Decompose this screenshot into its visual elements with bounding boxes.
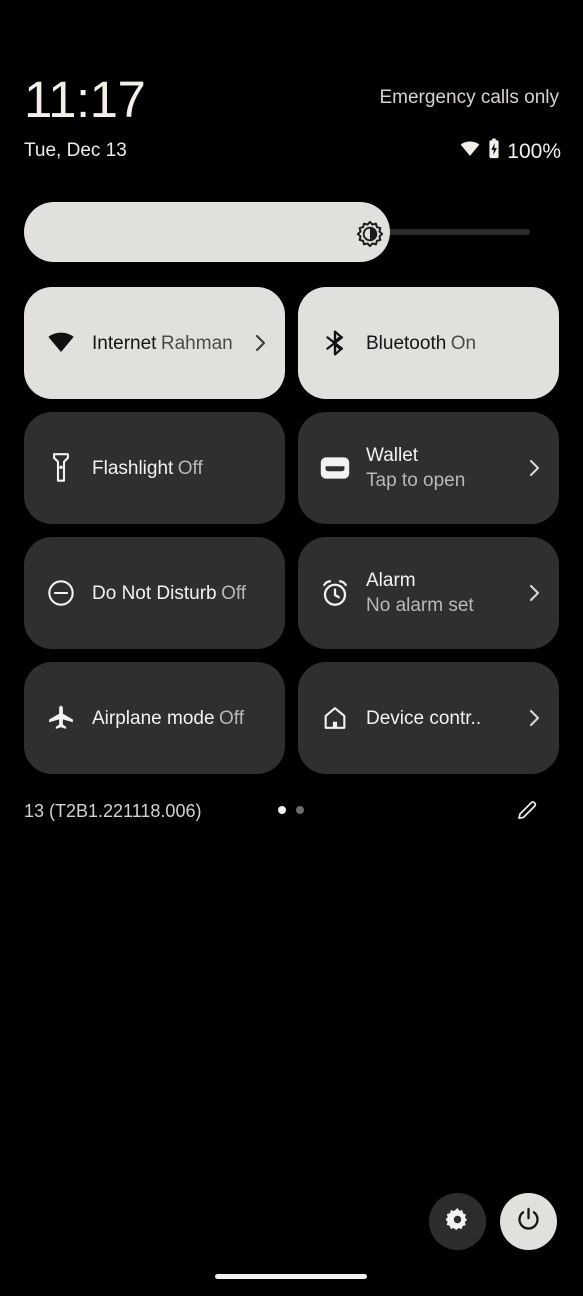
wallet-icon	[318, 451, 352, 485]
tile-grid: Internet Rahman Bluetooth On Flashlight …	[24, 287, 559, 787]
chevron-right-icon[interactable]	[253, 332, 269, 354]
power-icon	[515, 1206, 542, 1238]
status-icons: 100%	[459, 138, 561, 165]
tile-title: Internet	[92, 332, 157, 354]
do-not-disturb-icon	[44, 576, 78, 610]
tile-labels: Bluetooth On	[366, 331, 543, 356]
tile-labels: Device contr..	[366, 706, 521, 731]
tile-labels: Internet Rahman	[92, 331, 247, 356]
battery-charging-icon	[487, 138, 501, 165]
tile-bluetooth[interactable]: Bluetooth On	[298, 287, 559, 399]
page-dot-inactive[interactable]	[296, 806, 304, 814]
tile-subtitle: Off	[221, 582, 247, 604]
tile-do-not-disturb[interactable]: Do Not Disturb Off	[24, 537, 285, 649]
chevron-right-icon[interactable]	[527, 582, 543, 604]
tile-wallet[interactable]: Wallet Tap to open	[298, 412, 559, 524]
tile-row: Flashlight Off Wallet Tap to open	[24, 412, 559, 524]
brightness-track[interactable]	[24, 202, 559, 262]
tile-airplane-mode[interactable]: Airplane mode Off	[24, 662, 285, 774]
tile-row: Internet Rahman Bluetooth On	[24, 287, 559, 399]
brightness-track-filled[interactable]	[24, 202, 390, 262]
status-header: 11:17 Emergency calls only Tue, Dec 13 1…	[0, 60, 583, 180]
date-label[interactable]: Tue, Dec 13	[24, 139, 127, 163]
bluetooth-icon	[318, 326, 352, 360]
tile-device-controls[interactable]: Device contr..	[298, 662, 559, 774]
quick-settings-panel: 11:17 Emergency calls only Tue, Dec 13 1…	[0, 0, 583, 1296]
carrier-label: Emergency calls only	[379, 87, 559, 108]
airplane-icon	[44, 701, 78, 735]
edit-tiles-button[interactable]	[515, 798, 539, 824]
tile-subtitle: No alarm set	[366, 595, 474, 616]
tile-title: Device contr..	[366, 707, 482, 729]
tile-labels: Do Not Disturb Off	[92, 581, 269, 606]
home-icon	[318, 701, 352, 735]
page-dot-active[interactable]	[278, 806, 286, 814]
tile-title: Airplane mode	[92, 707, 215, 729]
tile-title: Alarm	[366, 570, 416, 591]
tile-title: Bluetooth	[366, 332, 447, 354]
tile-subtitle: Off	[177, 457, 203, 479]
tile-row: Do Not Disturb Off Alarm No alarm set	[24, 537, 559, 649]
panel-footer: 13 (T2B1.221118.006)	[0, 798, 583, 832]
tile-labels: Wallet Tap to open	[366, 443, 521, 493]
bottom-action-bar	[429, 1193, 557, 1250]
wifi-icon	[44, 326, 78, 360]
flashlight-icon	[44, 451, 78, 485]
chevron-right-icon[interactable]	[527, 457, 543, 479]
tile-internet[interactable]: Internet Rahman	[24, 287, 285, 399]
battery-percent: 100%	[507, 139, 561, 163]
tile-subtitle: Rahman	[160, 332, 233, 354]
tile-title: Flashlight	[92, 457, 174, 479]
tile-labels: Alarm No alarm set	[366, 568, 521, 618]
pencil-icon	[515, 801, 539, 828]
tile-subtitle: Off	[218, 707, 244, 729]
tile-subtitle: Tap to open	[366, 470, 466, 491]
tile-title: Do Not Disturb	[92, 582, 217, 604]
gear-icon	[444, 1206, 471, 1238]
tile-subtitle: On	[450, 332, 477, 354]
tile-labels: Airplane mode Off	[92, 706, 269, 731]
tile-title: Wallet	[366, 445, 419, 466]
power-button[interactable]	[500, 1193, 557, 1250]
tile-flashlight[interactable]: Flashlight Off	[24, 412, 285, 524]
brightness-icon	[356, 220, 384, 248]
brightness-slider[interactable]	[24, 202, 559, 262]
tile-alarm[interactable]: Alarm No alarm set	[298, 537, 559, 649]
tile-labels: Flashlight Off	[92, 456, 269, 481]
clock[interactable]: 11:17	[24, 72, 146, 128]
alarm-icon	[318, 576, 352, 610]
tile-row: Airplane mode Off Device contr..	[24, 662, 559, 774]
home-indicator[interactable]	[215, 1274, 367, 1279]
page-indicator	[278, 806, 304, 814]
build-number: 13 (T2B1.221118.006)	[24, 801, 202, 821]
chevron-right-icon[interactable]	[527, 707, 543, 729]
wifi-icon	[459, 138, 481, 165]
settings-button[interactable]	[429, 1193, 486, 1250]
